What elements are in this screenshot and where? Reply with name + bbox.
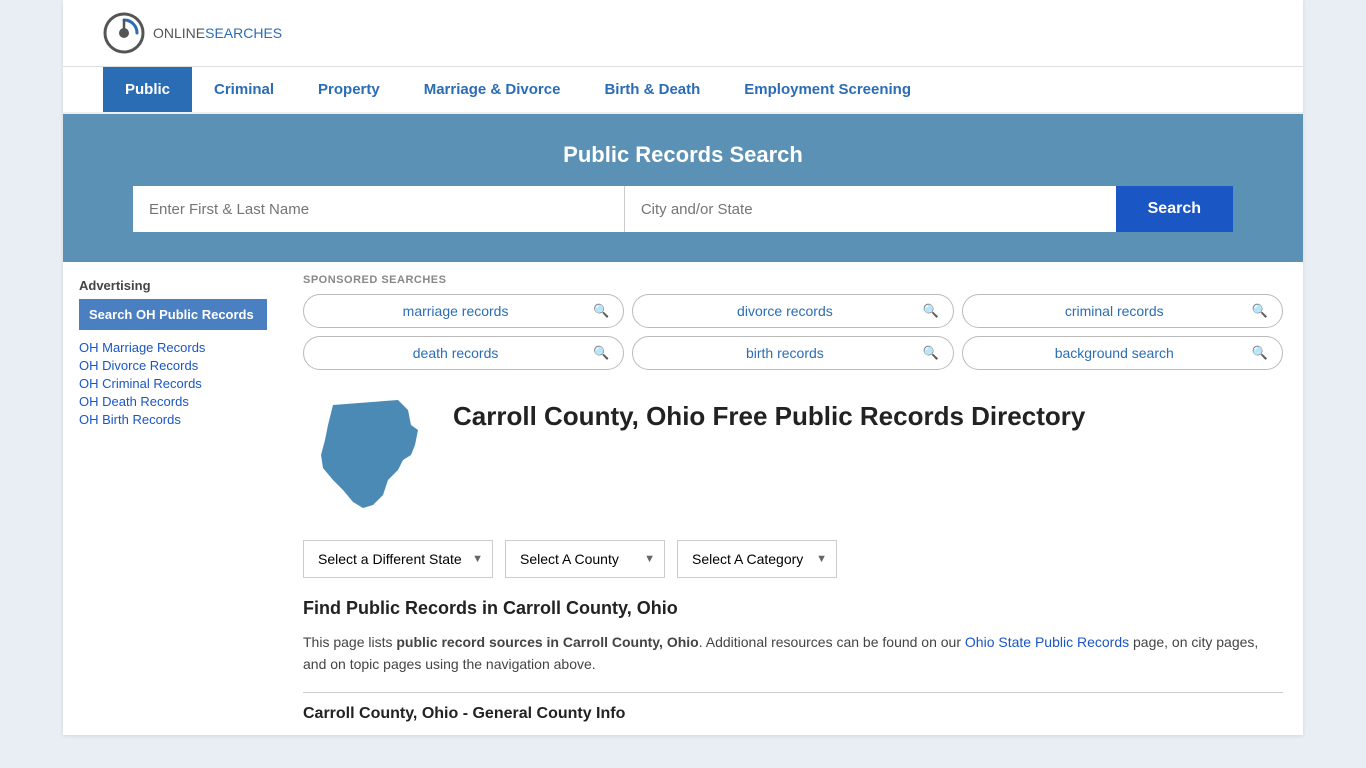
- tag-criminal-records[interactable]: criminal records 🔍: [962, 294, 1283, 328]
- logo-icon: [103, 12, 145, 54]
- tag-birth-records[interactable]: birth records 🔍: [632, 336, 953, 370]
- category-dropdown-wrapper: Select A Category: [677, 540, 837, 578]
- desc-start: This page lists: [303, 634, 396, 650]
- ohio-map: [303, 390, 433, 520]
- nav-item-public[interactable]: Public: [103, 67, 192, 112]
- county-header: Carroll County, Ohio Free Public Records…: [303, 390, 1283, 520]
- nav-item-employment[interactable]: Employment Screening: [722, 67, 933, 112]
- nav-item-marriage-divorce[interactable]: Marriage & Divorce: [402, 67, 583, 112]
- find-records-description: This page lists public record sources in…: [303, 631, 1283, 676]
- name-input[interactable]: [133, 186, 625, 232]
- sidebar-link-death[interactable]: OH Death Records: [79, 394, 267, 409]
- search-tags: marriage records 🔍 divorce records 🔍 cri…: [303, 294, 1283, 370]
- nav-item-birth-death[interactable]: Birth & Death: [582, 67, 722, 112]
- ad-button[interactable]: Search OH Public Records: [79, 299, 267, 330]
- main-nav: Public Criminal Property Marriage & Divo…: [63, 67, 1303, 114]
- content-wrapper: Advertising Search OH Public Records OH …: [63, 262, 1303, 735]
- section-divider: [303, 692, 1283, 693]
- main-content: SPONSORED SEARCHES marriage records 🔍 di…: [283, 262, 1303, 735]
- hero-section: Public Records Search Search: [63, 114, 1303, 262]
- sidebar-link-divorce[interactable]: OH Divorce Records: [79, 358, 267, 373]
- tag-marriage-records[interactable]: marriage records 🔍: [303, 294, 624, 328]
- tag-death-records[interactable]: death records 🔍: [303, 336, 624, 370]
- category-dropdown[interactable]: Select A Category: [677, 540, 837, 578]
- find-records-title: Find Public Records in Carroll County, O…: [303, 598, 1283, 619]
- desc-mid: . Additional resources can be found on o…: [699, 634, 965, 650]
- tag-background-text: background search: [977, 345, 1252, 361]
- logo: ONLINESEARCHES: [103, 12, 282, 54]
- tag-divorce-text: divorce records: [647, 303, 922, 319]
- sidebar-link-birth[interactable]: OH Birth Records: [79, 412, 267, 427]
- nav-item-criminal[interactable]: Criminal: [192, 67, 296, 112]
- tag-death-text: death records: [318, 345, 593, 361]
- search-icon-2: 🔍: [1252, 303, 1268, 319]
- tag-background-search[interactable]: background search 🔍: [962, 336, 1283, 370]
- search-icon-1: 🔍: [922, 303, 938, 319]
- search-icon-5: 🔍: [1252, 345, 1268, 361]
- dropdowns: Select a Different State Select A County…: [303, 540, 1283, 578]
- county-dropdown[interactable]: Select A County: [505, 540, 665, 578]
- sponsored-label: SPONSORED SEARCHES: [303, 274, 1283, 286]
- ohio-state-link[interactable]: Ohio State Public Records: [965, 634, 1129, 650]
- tag-divorce-records[interactable]: divorce records 🔍: [632, 294, 953, 328]
- logo-text: ONLINESEARCHES: [153, 25, 282, 41]
- nav-item-property[interactable]: Property: [296, 67, 402, 112]
- search-bar: Search: [133, 186, 1233, 232]
- sidebar: Advertising Search OH Public Records OH …: [63, 262, 283, 735]
- county-title: Carroll County, Ohio Free Public Records…: [453, 390, 1085, 434]
- search-icon-3: 🔍: [593, 345, 609, 361]
- hero-title: Public Records Search: [103, 142, 1263, 168]
- sidebar-link-marriage[interactable]: OH Marriage Records: [79, 340, 267, 355]
- tag-birth-text: birth records: [647, 345, 922, 361]
- search-icon-4: 🔍: [922, 345, 938, 361]
- state-dropdown[interactable]: Select a Different State: [303, 540, 493, 578]
- search-button[interactable]: Search: [1116, 186, 1233, 232]
- tag-criminal-text: criminal records: [977, 303, 1252, 319]
- state-dropdown-wrapper: Select a Different State: [303, 540, 493, 578]
- county-dropdown-wrapper: Select A County: [505, 540, 665, 578]
- general-info-title: Carroll County, Ohio - General County In…: [303, 705, 1283, 723]
- tag-marriage-text: marriage records: [318, 303, 593, 319]
- sidebar-link-criminal[interactable]: OH Criminal Records: [79, 376, 267, 391]
- search-icon-0: 🔍: [593, 303, 609, 319]
- location-input[interactable]: [625, 186, 1116, 232]
- desc-bold: public record sources in Carroll County,…: [396, 634, 698, 650]
- ad-label: Advertising: [79, 278, 267, 293]
